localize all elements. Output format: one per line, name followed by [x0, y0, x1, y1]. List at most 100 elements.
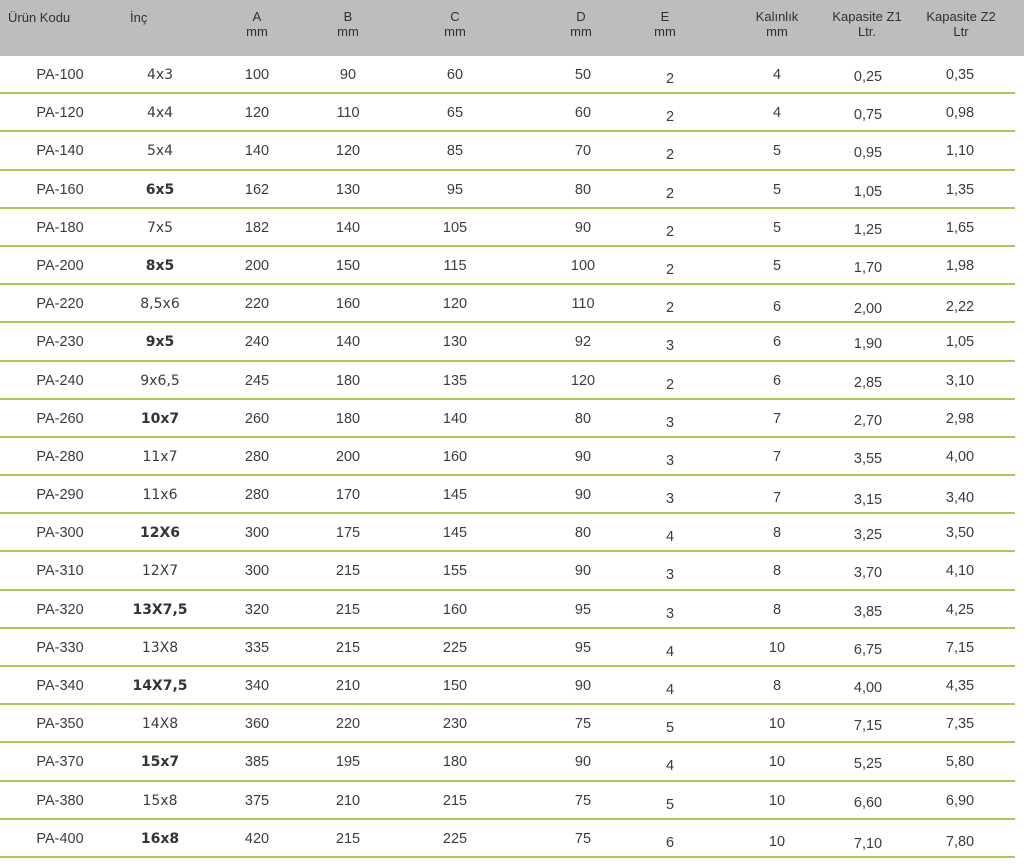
- cell-a: 375: [244, 792, 270, 809]
- cell-code: PA-140: [36, 143, 84, 160]
- cell-b: 195: [335, 754, 361, 771]
- header-label: Kapasite Z1: [832, 9, 902, 24]
- cell-c: 145: [442, 525, 468, 542]
- cell-kal: 5: [772, 181, 782, 198]
- cell-code: PA-340: [36, 678, 84, 694]
- cell-z1: 5,25: [853, 756, 883, 773]
- cell-kal: 6: [772, 334, 782, 351]
- cell-z2: 2,22: [945, 299, 975, 316]
- table-row: PA-120 4x4 120 110 65 60 2 4 0,75 0,98: [0, 94, 1015, 133]
- cell-z1: 2,00: [853, 301, 883, 318]
- table-row: PA-260 10x7 260 180 140 80 3 7 2,70 2,98: [0, 400, 1015, 438]
- header-label: İnç: [130, 10, 148, 25]
- cell-z1: 2,70: [853, 412, 883, 429]
- cell-a: 245: [244, 372, 270, 389]
- cell-d: 100: [570, 257, 596, 274]
- cell-e: 3: [665, 414, 675, 431]
- cell-code: PA-300: [36, 525, 84, 542]
- cell-inc: 5x4: [146, 143, 174, 160]
- table-row: PA-240 9x6,5 245 180 135 120 2 6 2,85 3,10: [0, 362, 1015, 400]
- cell-inc: 8,5x6: [140, 296, 180, 313]
- cell-a: 100: [244, 67, 270, 83]
- cell-z1: 6,60: [853, 794, 883, 811]
- cell-a: 385: [244, 754, 270, 771]
- header-b: Bmm: [323, 9, 373, 39]
- cell-d: 90: [574, 678, 592, 694]
- cell-b: 160: [335, 296, 361, 313]
- cell-z1: 3,55: [853, 450, 883, 467]
- header-code: Ürün Kodu: [8, 10, 108, 25]
- cell-d: 75: [574, 830, 592, 847]
- cell-z1: 6,75: [853, 641, 883, 658]
- table-row: PA-380 15x8 375 210 215 75 5 10 6,60 6,90: [0, 782, 1015, 820]
- header-unit: Ltr: [953, 24, 969, 39]
- header-a: Amm: [232, 9, 282, 39]
- cell-z2: 3,40: [945, 490, 975, 507]
- cell-z2: 4,00: [945, 448, 975, 465]
- cell-kal: 10: [768, 792, 786, 809]
- cell-c: 140: [442, 410, 468, 427]
- cell-b: 110: [336, 105, 360, 122]
- cell-code: PA-280: [36, 448, 84, 465]
- cell-z1: 1,25: [853, 221, 883, 238]
- cell-inc: 4x4: [146, 105, 174, 122]
- cell-z2: 4,10: [945, 563, 975, 580]
- cell-z2: 0,98: [945, 105, 975, 122]
- cell-d: 70: [574, 143, 592, 160]
- cell-kal: 10: [768, 754, 786, 771]
- cell-code: PA-350: [36, 716, 84, 733]
- cell-z2: 2,98: [945, 410, 975, 427]
- cell-c: 160: [442, 601, 468, 618]
- cell-e: 3: [665, 452, 675, 469]
- cell-code: PA-160: [36, 181, 84, 198]
- cell-z1: 7,10: [853, 835, 883, 852]
- cell-code: PA-180: [36, 219, 84, 236]
- cell-code: PA-380: [36, 792, 84, 809]
- cell-a: 340: [244, 678, 270, 694]
- cell-e: 2: [665, 300, 675, 317]
- cell-e: 3: [665, 491, 675, 508]
- table-row: PA-230 9x5 240 140 130 92 3 6 1,90 1,05: [0, 323, 1015, 362]
- cell-inc: 16x8: [140, 830, 180, 847]
- product-table: Ürün Kodu İnç Amm Bmm Cmm Dmm Emm Kalınlık mm Kap…: [0, 0, 1024, 867]
- cell-code: PA-320: [36, 601, 84, 618]
- header-label: Kapasite Z2: [926, 9, 996, 24]
- cell-kal: 4: [772, 67, 782, 83]
- cell-b: 150: [335, 257, 361, 274]
- cell-b: 200: [335, 448, 361, 465]
- cell-b: 90: [339, 67, 357, 83]
- cell-z2: 3,50: [945, 525, 975, 542]
- cell-b: 120: [335, 143, 361, 160]
- cell-inc: 13X8: [141, 639, 179, 656]
- header-unit: mm: [654, 24, 676, 39]
- cell-d: 90: [574, 448, 592, 465]
- cell-a: 335: [244, 639, 270, 656]
- cell-e: 4: [665, 643, 675, 660]
- cell-e: 3: [665, 567, 675, 584]
- cell-z2: 0,35: [945, 67, 975, 83]
- cell-e: 2: [665, 376, 675, 393]
- cell-z1: 7,15: [853, 718, 883, 735]
- cell-d: 80: [574, 181, 592, 198]
- cell-d: 90: [574, 754, 592, 771]
- cell-b: 180: [335, 372, 361, 389]
- cell-d: 110: [571, 296, 595, 313]
- cell-kal: 6: [772, 299, 782, 316]
- cell-a: 280: [244, 448, 270, 465]
- cell-d: 92: [574, 334, 592, 351]
- cell-inc: 12X6: [139, 525, 181, 542]
- cell-c: 155: [442, 563, 468, 580]
- cell-inc: 7x5: [146, 219, 174, 236]
- cell-kal: 7: [772, 490, 782, 507]
- cell-code: PA-200: [36, 257, 84, 274]
- cell-d: 60: [574, 105, 592, 122]
- cell-kal: 10: [768, 833, 786, 850]
- table-row: PA-350 14X8 360 220 230 75 5 10 7,15 7,35: [0, 705, 1015, 744]
- cell-a: 182: [244, 219, 270, 236]
- cell-b: 220: [335, 716, 361, 733]
- cell-z1: 2,85: [853, 374, 883, 391]
- cell-b: 210: [335, 792, 361, 809]
- cell-a: 320: [244, 601, 270, 618]
- cell-z2: 4,25: [945, 601, 975, 618]
- cell-kal: 5: [772, 143, 782, 160]
